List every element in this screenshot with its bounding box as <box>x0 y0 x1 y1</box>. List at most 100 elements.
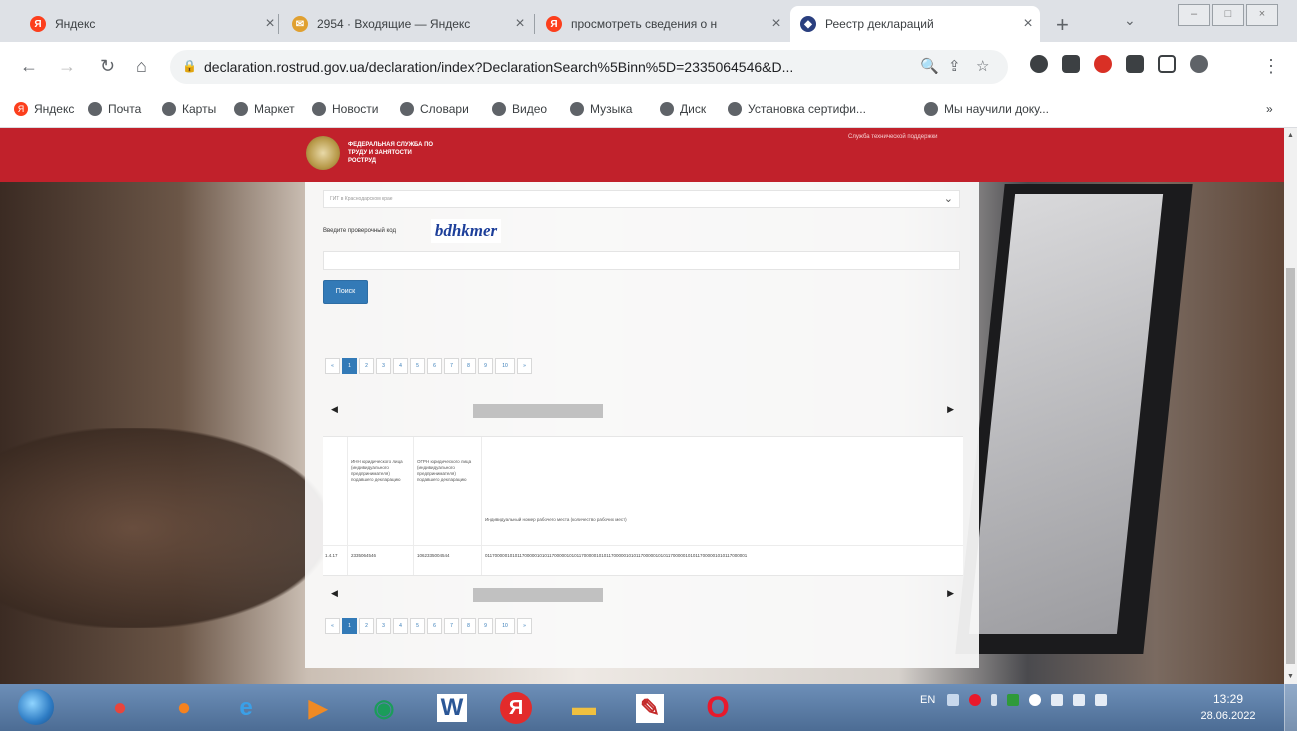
close-window-button[interactable]: × <box>1246 4 1278 26</box>
start-button[interactable] <box>18 689 54 725</box>
pagination-page[interactable]: 4 <box>393 358 408 374</box>
search-button[interactable]: Поиск <box>323 280 368 304</box>
tab-yandex[interactable]: Я Яндекс × <box>20 6 282 42</box>
pagination-page[interactable]: 6 <box>427 618 442 634</box>
pagination-page[interactable]: 2 <box>359 618 374 634</box>
pagination-page[interactable]: 5 <box>410 358 425 374</box>
reload-icon[interactable]: ↻ <box>100 56 115 77</box>
flag-icon[interactable] <box>1095 694 1108 706</box>
pagination-prev[interactable]: « <box>325 618 340 634</box>
scroll-right-icon[interactable]: ▶ <box>947 404 954 415</box>
support-link[interactable]: Служба технической поддержки <box>848 134 937 140</box>
pagination-page[interactable]: 8 <box>461 358 476 374</box>
taskbar-yandex[interactable]: Я <box>488 690 544 726</box>
extension-icon[interactable] <box>1062 55 1080 73</box>
bookmark-certificate[interactable]: Установка сертифи... <box>728 102 866 116</box>
table-scrollbar-bottom[interactable]: ◀ ▶ <box>323 586 960 604</box>
tray-icon[interactable] <box>1029 694 1042 706</box>
bookmarks-more[interactable]: » <box>1266 102 1273 116</box>
scroll-left-icon[interactable]: ◀ <box>331 588 338 599</box>
bookmark-music[interactable]: Музыка <box>570 102 632 116</box>
pagination-page[interactable]: 10 <box>495 358 515 374</box>
tab-declarations[interactable]: ◆ Реестр деклараций × <box>790 6 1040 42</box>
pagination-page[interactable]: 8 <box>461 618 476 634</box>
page-scrollbar[interactable]: ▲ ▼ <box>1284 128 1297 684</box>
taskbar-opera[interactable]: O <box>690 690 746 726</box>
close-icon[interactable]: × <box>508 15 532 33</box>
address-bar[interactable]: 🔒 declaration.rostrud.gov.ua/declaration… <box>170 50 1008 84</box>
bookmark-mail[interactable]: Почта <box>88 102 141 116</box>
tray-icon[interactable] <box>947 694 960 706</box>
tray-icon[interactable] <box>1007 694 1020 706</box>
pagination-page[interactable]: 10 <box>495 618 515 634</box>
opera-tray-icon[interactable] <box>969 694 982 706</box>
pagination-page[interactable]: 3 <box>376 618 391 634</box>
bookmark-maps[interactable]: Карты <box>162 102 216 116</box>
minimize-button[interactable]: – <box>1178 4 1210 26</box>
table-scrollbar-top[interactable]: ◀ ▶ <box>323 402 960 420</box>
tray-expand-icon[interactable] <box>991 694 998 706</box>
share-icon[interactable]: ⇪ <box>948 57 961 75</box>
bookmark-dictionaries[interactable]: Словари <box>400 102 469 116</box>
star-icon[interactable]: ☆ <box>976 57 989 75</box>
pagination-next[interactable]: » <box>517 358 532 374</box>
pagination-page[interactable]: 4 <box>393 618 408 634</box>
close-icon[interactable]: × <box>764 15 788 33</box>
taskbar-pdf[interactable]: ✎ <box>622 690 678 726</box>
close-icon[interactable]: × <box>1016 15 1040 33</box>
taskbar-word[interactable]: W <box>424 690 480 726</box>
taskbar-folder[interactable]: ▬ <box>556 690 612 726</box>
scroll-down-icon[interactable]: ▼ <box>1287 673 1294 680</box>
profile-icon[interactable] <box>1190 55 1208 73</box>
bookmark-yandex[interactable]: Я Яндекс <box>14 102 74 116</box>
pagination-page[interactable]: 9 <box>478 618 493 634</box>
scrollbar-thumb[interactable] <box>473 588 603 602</box>
network-icon[interactable] <box>1073 694 1086 706</box>
puzzle-icon[interactable] <box>1126 55 1144 73</box>
pagination-prev[interactable]: « <box>325 358 340 374</box>
chevron-down-icon[interactable]: ⌄ <box>1124 12 1136 29</box>
show-desktop-button[interactable] <box>1284 684 1297 731</box>
forward-arrow-icon[interactable]: → <box>58 56 76 77</box>
bookmark-video[interactable]: Видео <box>492 102 547 116</box>
scrollbar-thumb[interactable] <box>473 404 603 418</box>
bookmark-market[interactable]: Маркет <box>234 102 295 116</box>
pagination-page[interactable]: 5 <box>410 618 425 634</box>
zoom-icon[interactable]: 🔍 <box>920 57 939 75</box>
system-clock[interactable]: 13:29 28.06.2022 <box>1200 692 1256 722</box>
new-tab-button[interactable]: + <box>1056 12 1069 38</box>
bookmark-disk[interactable]: Диск <box>660 102 706 116</box>
pagination-page[interactable]: 7 <box>444 618 459 634</box>
tab-mail[interactable]: ✉ 2954 · Входящие — Яндекс × <box>282 6 532 42</box>
menu-icon[interactable]: ⋮ <box>1262 56 1280 77</box>
lock-icon[interactable]: 🔒 <box>182 59 197 73</box>
taskbar-media[interactable]: ▶ <box>290 690 346 726</box>
pagination-page[interactable]: 3 <box>376 358 391 374</box>
home-icon[interactable]: ⌂ <box>136 56 147 77</box>
pagination-next[interactable]: » <box>517 618 532 634</box>
pagination-page[interactable]: 1 <box>342 618 357 634</box>
pagination-page[interactable]: 9 <box>478 358 493 374</box>
scroll-left-icon[interactable]: ◀ <box>331 404 338 415</box>
maximize-button[interactable]: □ <box>1212 4 1244 26</box>
captcha-input[interactable] <box>323 251 960 270</box>
language-indicator[interactable]: EN <box>920 694 935 706</box>
taskbar-app[interactable]: ◉ <box>356 690 412 726</box>
extension-icon[interactable] <box>1030 55 1048 73</box>
tab-search[interactable]: Я просмотреть сведения о н × <box>536 6 788 42</box>
taskbar-chrome[interactable]: ● <box>92 690 148 726</box>
sidebar-icon[interactable] <box>1158 55 1176 73</box>
pagination-page[interactable]: 7 <box>444 358 459 374</box>
region-select[interactable]: ГИТ в Краснодарском крае ⌄ <box>323 190 960 208</box>
volume-icon[interactable] <box>1051 694 1064 706</box>
pagination-page[interactable]: 2 <box>359 358 374 374</box>
scroll-up-icon[interactable]: ▲ <box>1287 132 1294 139</box>
url-text[interactable]: declaration.rostrud.gov.ua/declaration/i… <box>204 59 793 75</box>
taskbar-ie[interactable]: e <box>218 690 274 726</box>
bookmark-news[interactable]: Новости <box>312 102 378 116</box>
pagination-page[interactable]: 1 <box>342 358 357 374</box>
site-logo[interactable]: ФЕДЕРАЛЬНАЯ СЛУЖБА ПО ТРУДУ И ЗАНЯТОСТИ … <box>306 136 438 170</box>
taskbar-firefox[interactable]: ● <box>156 690 212 726</box>
scrollbar-thumb[interactable] <box>1286 268 1295 664</box>
scroll-right-icon[interactable]: ▶ <box>947 588 954 599</box>
